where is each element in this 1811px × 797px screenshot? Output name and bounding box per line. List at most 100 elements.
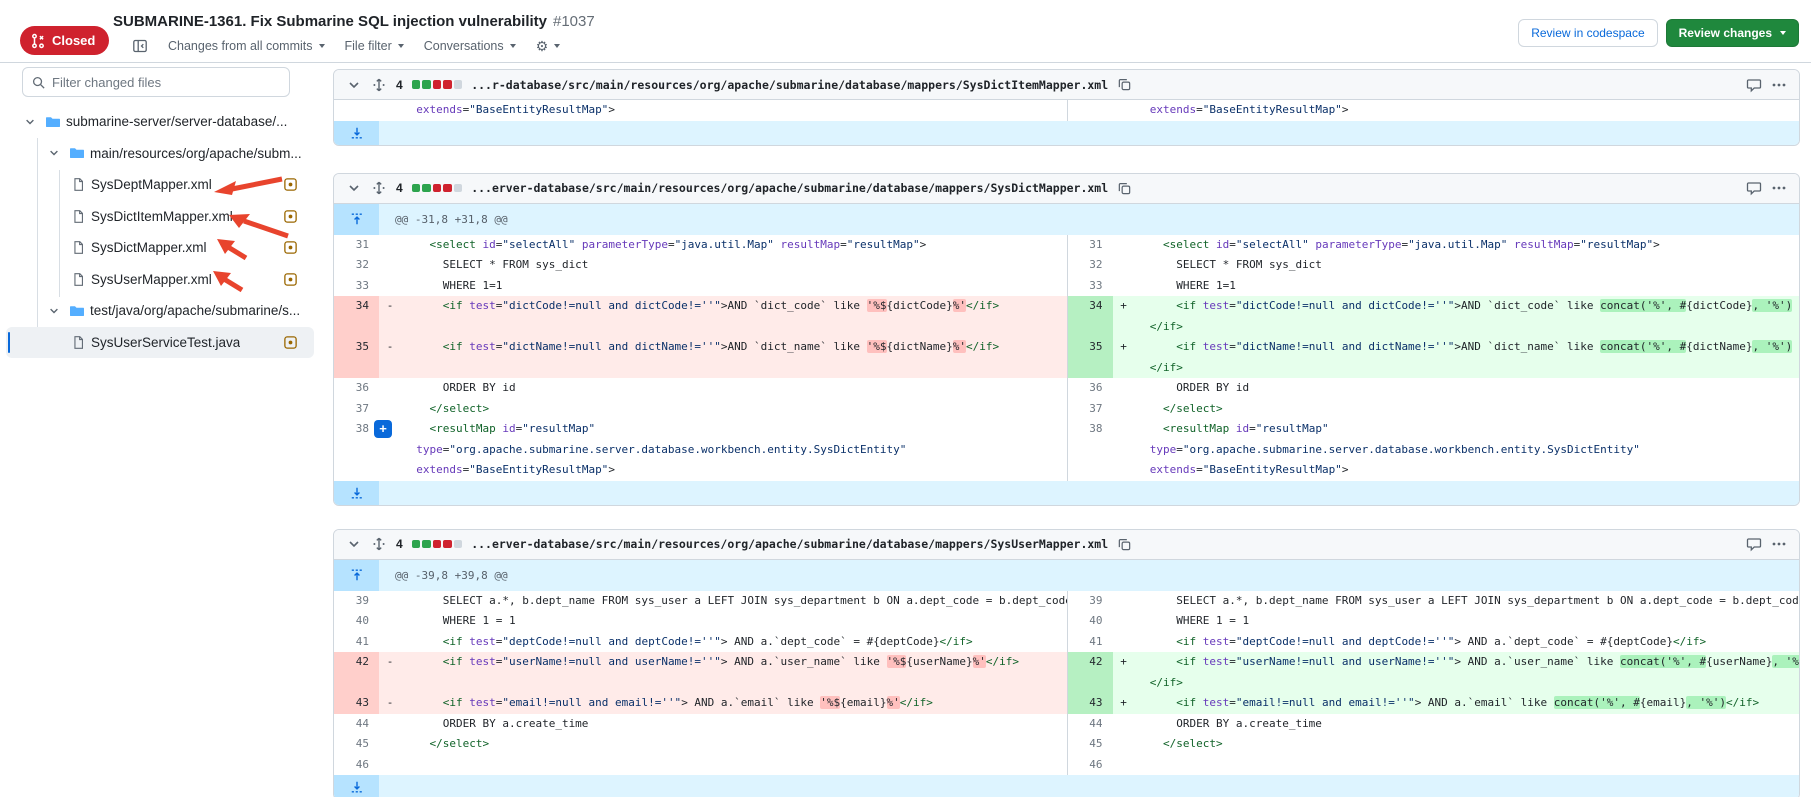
tree-item-label: submarine-server/server-database/... xyxy=(66,114,287,129)
drag-handle-icon[interactable] xyxy=(371,77,387,93)
filter-changed-files-input[interactable] xyxy=(52,75,281,90)
file-filter-input-wrap xyxy=(22,67,290,97)
tree-item-file[interactable]: SysUserMapper.xml xyxy=(6,264,314,296)
line-number: 32 xyxy=(334,255,379,276)
file-icon xyxy=(68,335,88,350)
file-filter-dropdown[interactable]: File filter xyxy=(345,39,404,53)
tree-item-file[interactable]: SysDictMapper.xml xyxy=(6,232,314,264)
changes-from-dropdown[interactable]: Changes from all commits xyxy=(168,39,325,53)
line-number: 34 xyxy=(334,296,379,337)
code-line xyxy=(403,755,1067,776)
code-line: </select> xyxy=(1137,734,1800,755)
diff-square-add xyxy=(422,80,431,89)
diff-square-del xyxy=(443,80,452,89)
toggle-file-tree-button[interactable] xyxy=(132,38,148,54)
tree-item-folder[interactable]: test/java/org/apache/submarine/s... xyxy=(6,295,314,327)
diff-square-del xyxy=(433,540,442,549)
diff-sign xyxy=(379,714,401,735)
expand-down-button[interactable] xyxy=(334,121,379,145)
code-cell: <resultMap id="resultMap" xyxy=(401,419,1067,440)
line-number: 45 xyxy=(1068,734,1113,755)
code-cell: WHERE 1=1 xyxy=(1135,276,1800,297)
comment-button[interactable] xyxy=(1746,77,1762,93)
diff-sign xyxy=(1113,399,1135,420)
code-line: <if test="dictName!=null and dictName!='… xyxy=(1137,337,1800,358)
diff-line-left: 37 </select> xyxy=(334,399,1067,420)
conversations-dropdown[interactable]: Conversations xyxy=(424,39,516,53)
pr-files-changed-page: Closed SUBMARINE-1361. Fix Submarine SQL… xyxy=(0,0,1811,797)
expand-down-button[interactable] xyxy=(334,481,379,505)
diff-stat-squares xyxy=(412,184,463,193)
copy-path-button[interactable] xyxy=(1117,77,1132,92)
code-cell: <if test="deptCode!=null and deptCode!='… xyxy=(401,632,1067,653)
code-line: type="org.apache.submarine.server.databa… xyxy=(1137,440,1800,461)
code-cell xyxy=(1135,755,1800,776)
diff-sign xyxy=(379,440,401,461)
diff-line-right: 41 <if test="deptCode!=null and deptCode… xyxy=(1067,632,1800,653)
kebab-menu-button[interactable] xyxy=(1771,77,1787,93)
drag-handle-icon[interactable] xyxy=(371,180,387,196)
code-line: <select id="selectAll" parameterType="ja… xyxy=(1137,235,1800,256)
code-cell: </select> xyxy=(1135,734,1800,755)
code-cell: extends="BaseEntityResultMap"> xyxy=(1135,100,1800,121)
diff-sign xyxy=(379,255,401,276)
review-changes-button[interactable]: Review changes xyxy=(1666,19,1799,47)
file-tree: submarine-server/server-database/... main… xyxy=(0,106,322,358)
code-cell: <if test="email!=null and email!=''"> AN… xyxy=(401,693,1067,714)
code-line: <if test="userName!=null and userName!='… xyxy=(403,652,1067,673)
diff-sign xyxy=(1113,611,1135,632)
diff-sign xyxy=(1113,378,1135,399)
copy-path-button[interactable] xyxy=(1117,537,1132,552)
review-in-codespace-button[interactable]: Review in codespace xyxy=(1518,19,1657,47)
chevron-down-icon xyxy=(1780,31,1786,35)
diff-line-left: 41 <if test="deptCode!=null and deptCode… xyxy=(334,632,1067,653)
diff-settings-gear[interactable]: ⚙ xyxy=(536,39,561,53)
comment-button[interactable] xyxy=(1746,536,1762,552)
pr-closed-icon xyxy=(30,33,46,49)
code-line: extends="BaseEntityResultMap"> xyxy=(403,100,1067,121)
diff-line-row: 43- <if test="email!=null and email!=''"… xyxy=(334,693,1799,714)
diff-line-row: 44 ORDER BY a.create_time44 ORDER BY a.c… xyxy=(334,714,1799,735)
add-comment-button[interactable]: + xyxy=(374,420,392,438)
collapse-file-chevron-icon[interactable] xyxy=(346,536,362,552)
diff-line-right: 31 <select id="selectAll" parameterType=… xyxy=(1067,235,1800,256)
diff-line-row: 31 <select id="selectAll" parameterType=… xyxy=(334,235,1799,256)
drag-handle-icon[interactable] xyxy=(371,536,387,552)
expand-up-button[interactable] xyxy=(334,204,379,235)
tree-item-file[interactable]: SysDeptMapper.xml xyxy=(6,169,314,201)
tree-item-folder[interactable]: submarine-server/server-database/... xyxy=(6,106,314,138)
expand-up-button[interactable] xyxy=(334,560,379,591)
code-line: <select id="selectAll" parameterType="ja… xyxy=(403,235,1067,256)
chevron-down-icon[interactable] xyxy=(44,147,64,159)
diff-line-row: 36 ORDER BY id36 ORDER BY id xyxy=(334,378,1799,399)
line-number: 44 xyxy=(334,714,379,735)
kebab-menu-button[interactable] xyxy=(1771,536,1787,552)
tree-item-folder[interactable]: main/resources/org/apache/subm... xyxy=(6,138,314,170)
tree-item-file[interactable]: SysUserServiceTest.java xyxy=(6,327,314,359)
diff-line-left: type="org.apache.submarine.server.databa… xyxy=(334,440,1067,461)
diff-line-left: 38+ <resultMap id="resultMap" xyxy=(334,419,1067,440)
code-cell: <select id="selectAll" parameterType="ja… xyxy=(401,235,1067,256)
code-line: <resultMap id="resultMap" xyxy=(403,419,1067,440)
diff-sign xyxy=(1113,755,1135,776)
code-line: <if test="email!=null and email!=''"> AN… xyxy=(403,693,1067,714)
diff-line-right: 37 </select> xyxy=(1067,399,1800,420)
kebab-menu-button[interactable] xyxy=(1771,180,1787,196)
diff-sign xyxy=(379,611,401,632)
copy-path-button[interactable] xyxy=(1117,181,1132,196)
expand-down-button[interactable] xyxy=(334,775,379,797)
comment-button[interactable] xyxy=(1746,180,1762,196)
collapse-file-chevron-icon[interactable] xyxy=(346,77,362,93)
collapse-file-chevron-icon[interactable] xyxy=(346,180,362,196)
tree-item-label: SysDictMapper.xml xyxy=(91,240,207,255)
code-cell: WHERE 1=1 xyxy=(401,276,1067,297)
diff-sign xyxy=(379,460,401,481)
chevron-down-icon[interactable] xyxy=(20,116,40,128)
tree-item-file[interactable]: SysDictItemMapper.xml xyxy=(6,201,314,233)
line-number xyxy=(1068,460,1113,481)
file-icon xyxy=(68,177,88,192)
chevron-down-icon[interactable] xyxy=(44,305,64,317)
diff-line-row: 37 </select>37 </select> xyxy=(334,399,1799,420)
code-line: SELECT * FROM sys_dict xyxy=(403,255,1067,276)
diff-line-left: extends="BaseEntityResultMap"> xyxy=(334,100,1067,121)
